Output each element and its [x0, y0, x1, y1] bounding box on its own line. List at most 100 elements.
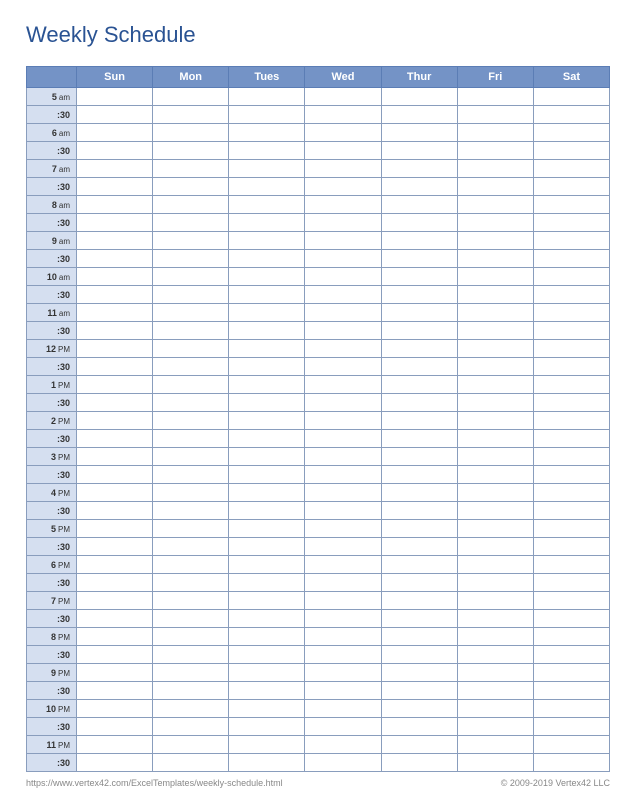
schedule-cell[interactable] — [533, 358, 609, 376]
schedule-cell[interactable] — [305, 160, 381, 178]
schedule-cell[interactable] — [533, 520, 609, 538]
schedule-cell[interactable] — [533, 664, 609, 682]
schedule-cell[interactable] — [533, 592, 609, 610]
schedule-cell[interactable] — [381, 232, 457, 250]
schedule-cell[interactable] — [153, 394, 229, 412]
schedule-cell[interactable] — [305, 466, 381, 484]
schedule-cell[interactable] — [153, 700, 229, 718]
schedule-cell[interactable] — [457, 142, 533, 160]
schedule-cell[interactable] — [533, 322, 609, 340]
schedule-cell[interactable] — [229, 538, 305, 556]
schedule-cell[interactable] — [457, 430, 533, 448]
schedule-cell[interactable] — [153, 88, 229, 106]
schedule-cell[interactable] — [153, 196, 229, 214]
schedule-cell[interactable] — [305, 484, 381, 502]
schedule-cell[interactable] — [305, 736, 381, 754]
schedule-cell[interactable] — [77, 538, 153, 556]
schedule-cell[interactable] — [381, 322, 457, 340]
schedule-cell[interactable] — [381, 646, 457, 664]
schedule-cell[interactable] — [305, 250, 381, 268]
schedule-cell[interactable] — [381, 610, 457, 628]
schedule-cell[interactable] — [457, 358, 533, 376]
schedule-cell[interactable] — [153, 286, 229, 304]
schedule-cell[interactable] — [305, 646, 381, 664]
schedule-cell[interactable] — [533, 682, 609, 700]
schedule-cell[interactable] — [533, 250, 609, 268]
schedule-cell[interactable] — [381, 628, 457, 646]
schedule-cell[interactable] — [457, 682, 533, 700]
schedule-cell[interactable] — [457, 412, 533, 430]
schedule-cell[interactable] — [77, 304, 153, 322]
schedule-cell[interactable] — [229, 106, 305, 124]
schedule-cell[interactable] — [381, 412, 457, 430]
schedule-cell[interactable] — [153, 268, 229, 286]
schedule-cell[interactable] — [229, 268, 305, 286]
schedule-cell[interactable] — [305, 106, 381, 124]
schedule-cell[interactable] — [457, 502, 533, 520]
schedule-cell[interactable] — [153, 538, 229, 556]
schedule-cell[interactable] — [457, 394, 533, 412]
schedule-cell[interactable] — [305, 142, 381, 160]
schedule-cell[interactable] — [533, 448, 609, 466]
schedule-cell[interactable] — [457, 610, 533, 628]
schedule-cell[interactable] — [229, 592, 305, 610]
schedule-cell[interactable] — [229, 304, 305, 322]
schedule-cell[interactable] — [229, 718, 305, 736]
schedule-cell[interactable] — [533, 142, 609, 160]
schedule-cell[interactable] — [533, 214, 609, 232]
schedule-cell[interactable] — [533, 700, 609, 718]
schedule-cell[interactable] — [77, 466, 153, 484]
schedule-cell[interactable] — [77, 664, 153, 682]
schedule-cell[interactable] — [457, 466, 533, 484]
schedule-cell[interactable] — [77, 610, 153, 628]
schedule-cell[interactable] — [533, 196, 609, 214]
schedule-cell[interactable] — [229, 250, 305, 268]
schedule-cell[interactable] — [305, 430, 381, 448]
schedule-cell[interactable] — [533, 484, 609, 502]
schedule-cell[interactable] — [77, 556, 153, 574]
schedule-cell[interactable] — [381, 448, 457, 466]
schedule-cell[interactable] — [77, 484, 153, 502]
schedule-cell[interactable] — [457, 376, 533, 394]
schedule-cell[interactable] — [229, 700, 305, 718]
schedule-cell[interactable] — [533, 394, 609, 412]
schedule-cell[interactable] — [381, 664, 457, 682]
schedule-cell[interactable] — [77, 628, 153, 646]
schedule-cell[interactable] — [77, 142, 153, 160]
schedule-cell[interactable] — [381, 502, 457, 520]
schedule-cell[interactable] — [77, 286, 153, 304]
schedule-cell[interactable] — [533, 376, 609, 394]
schedule-cell[interactable] — [77, 124, 153, 142]
schedule-cell[interactable] — [305, 178, 381, 196]
schedule-cell[interactable] — [77, 754, 153, 772]
schedule-cell[interactable] — [229, 628, 305, 646]
schedule-cell[interactable] — [305, 304, 381, 322]
schedule-cell[interactable] — [457, 664, 533, 682]
schedule-cell[interactable] — [77, 232, 153, 250]
schedule-cell[interactable] — [533, 574, 609, 592]
schedule-cell[interactable] — [305, 286, 381, 304]
schedule-cell[interactable] — [229, 196, 305, 214]
schedule-cell[interactable] — [457, 124, 533, 142]
schedule-cell[interactable] — [153, 178, 229, 196]
schedule-cell[interactable] — [229, 646, 305, 664]
schedule-cell[interactable] — [305, 88, 381, 106]
schedule-cell[interactable] — [229, 178, 305, 196]
schedule-cell[interactable] — [457, 448, 533, 466]
schedule-cell[interactable] — [153, 502, 229, 520]
schedule-cell[interactable] — [229, 556, 305, 574]
schedule-cell[interactable] — [77, 268, 153, 286]
schedule-cell[interactable] — [305, 682, 381, 700]
schedule-cell[interactable] — [229, 214, 305, 232]
schedule-cell[interactable] — [229, 466, 305, 484]
schedule-cell[interactable] — [381, 250, 457, 268]
schedule-cell[interactable] — [229, 358, 305, 376]
schedule-cell[interactable] — [153, 250, 229, 268]
schedule-cell[interactable] — [229, 394, 305, 412]
schedule-cell[interactable] — [153, 682, 229, 700]
schedule-cell[interactable] — [381, 214, 457, 232]
schedule-cell[interactable] — [153, 448, 229, 466]
schedule-cell[interactable] — [77, 196, 153, 214]
schedule-cell[interactable] — [153, 124, 229, 142]
schedule-cell[interactable] — [153, 142, 229, 160]
